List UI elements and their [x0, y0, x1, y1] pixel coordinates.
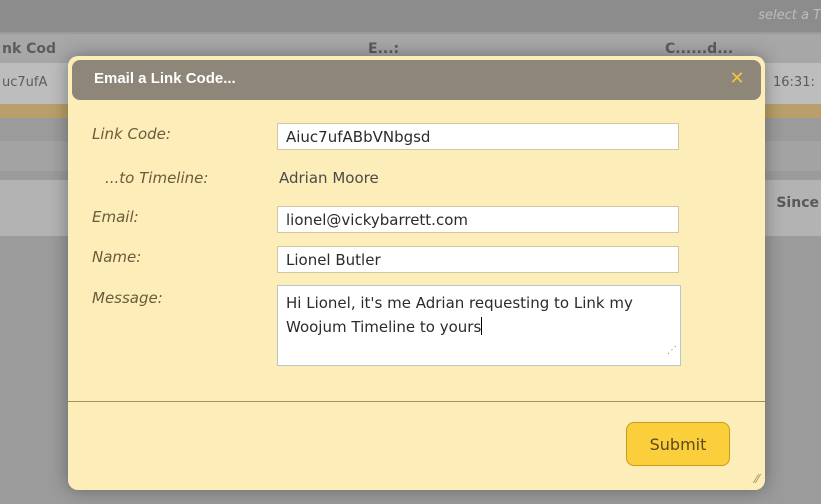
text-caret — [481, 317, 483, 335]
dialog-header[interactable]: Email a Link Code... ✕ — [72, 60, 761, 100]
timeline-value: Adrian Moore — [279, 169, 379, 187]
timeline-label: ...to Timeline: — [105, 169, 209, 187]
name-label: Name: — [92, 248, 142, 266]
close-icon[interactable]: ✕ — [727, 69, 747, 89]
message-textarea[interactable]: Hi Lionel, it's me Adrian requesting to … — [277, 285, 681, 366]
background-header-created: C......d... — [665, 41, 734, 57]
background-header-email: E...: — [368, 41, 400, 57]
email-link-code-dialog: Email a Link Code... ✕ Link Code: Aiuc7u… — [68, 56, 765, 490]
background-cell-code: uc7ufA — [2, 75, 48, 90]
dialog-divider — [68, 401, 765, 402]
background-cell-time: 16:31: — [773, 75, 815, 90]
message-text: Hi Lionel, it's me Adrian requesting to … — [286, 294, 633, 336]
name-input[interactable]: Lionel Butler — [277, 246, 679, 273]
message-label: Message: — [92, 289, 163, 307]
submit-button[interactable]: Submit — [626, 422, 730, 466]
email-input[interactable]: lionel@vickybarrett.com — [277, 206, 679, 233]
link-code-label: Link Code: — [92, 125, 171, 143]
textarea-resize-icon[interactable]: ⋰ — [667, 339, 677, 363]
background-topbar: select a T — [0, 0, 821, 32]
background-hint: select a T — [758, 8, 821, 23]
link-code-input[interactable]: Aiuc7ufABbVNbgsd — [277, 123, 679, 150]
resize-grip-icon[interactable]: ⁄⁄ — [755, 472, 759, 486]
background-since-header: Since — [776, 195, 819, 211]
email-label: Email: — [92, 208, 139, 226]
dialog-title: Email a Link Code... — [94, 70, 236, 87]
background-header-link-code: nk Cod — [2, 41, 57, 57]
